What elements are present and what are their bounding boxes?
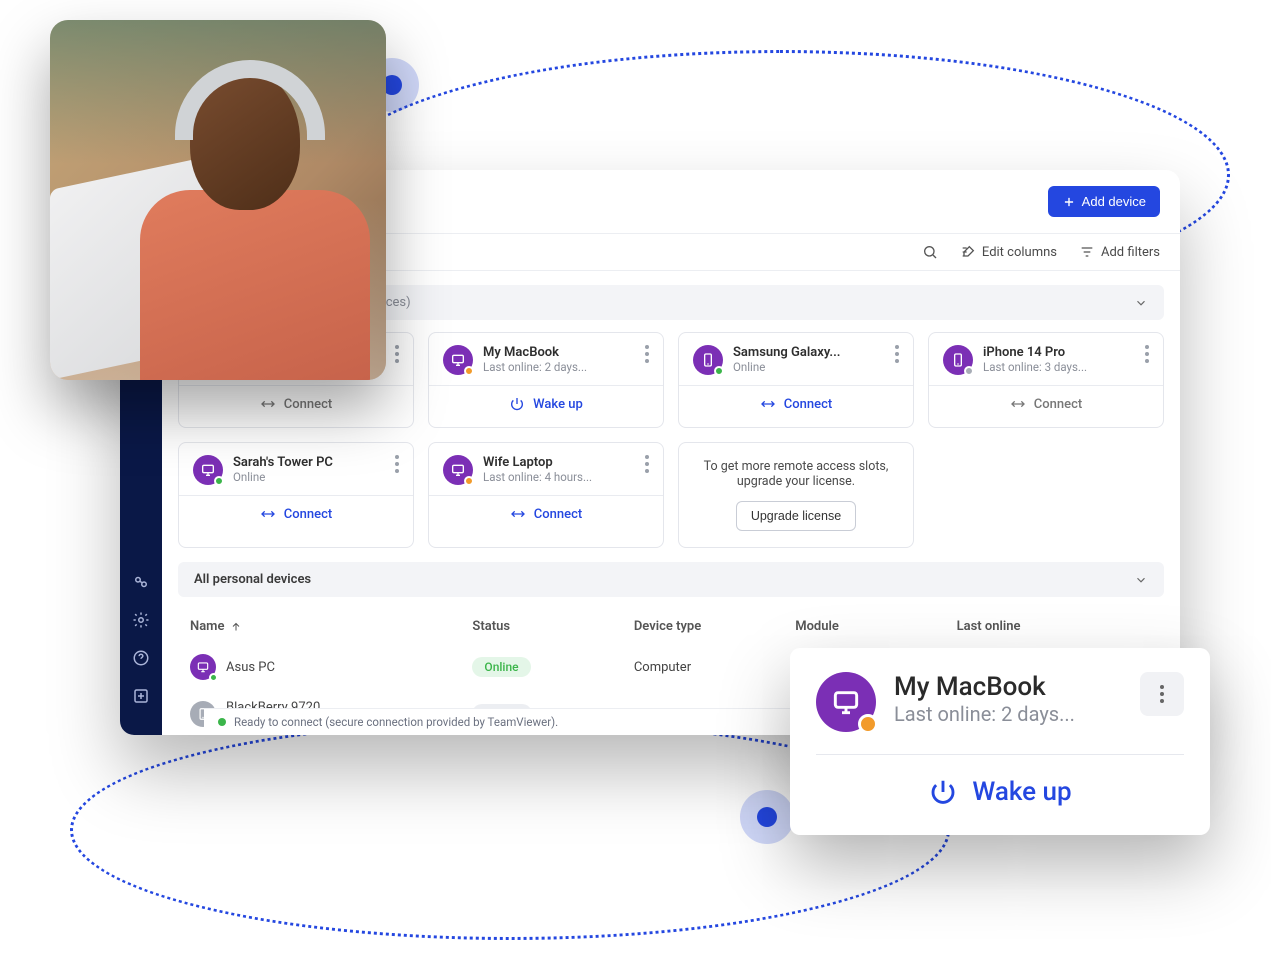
- row-device-type: Computer: [634, 660, 795, 675]
- device-card: Sarah's Tower PC Online Connect: [178, 442, 414, 548]
- connect-button[interactable]: Connect: [679, 385, 913, 422]
- device-card: Wife Laptop Last online: 4 hours... Conn…: [428, 442, 664, 548]
- row-name: Asus PC: [226, 660, 275, 675]
- device-subtext: Last online: 2 days...: [483, 360, 635, 374]
- popover-menu-button[interactable]: [1140, 672, 1184, 716]
- col-device-type[interactable]: Device type: [634, 619, 795, 634]
- device-name: Wife Laptop: [483, 455, 635, 470]
- connect-button[interactable]: Connect: [929, 385, 1163, 422]
- status-dot-offline: [964, 366, 974, 376]
- connect-button[interactable]: Connect: [429, 495, 663, 532]
- device-name: iPhone 14 Pro: [983, 345, 1135, 360]
- connection-node-bottom: [740, 790, 794, 844]
- phone-icon: [693, 345, 723, 375]
- sidebar-settings-icon[interactable]: [132, 611, 150, 629]
- connect-button[interactable]: Connect: [179, 495, 413, 532]
- chevron-down-icon: [1134, 573, 1148, 587]
- device-card: iPhone 14 Pro Last online: 3 days... Con…: [928, 332, 1164, 428]
- search-button[interactable]: [922, 244, 938, 260]
- desktop-icon: [443, 345, 473, 375]
- add-filters-label: Add filters: [1101, 245, 1160, 260]
- power-icon: [928, 777, 958, 807]
- connect-button[interactable]: Connect: [179, 385, 413, 422]
- device-name: Sarah's Tower PC: [233, 455, 385, 470]
- device-subtext: Online: [733, 360, 885, 374]
- table-header: Name Status Device type Module Last onli…: [178, 609, 1164, 644]
- upgrade-license-card: To get more remote access slots, upgrade…: [678, 442, 914, 548]
- status-dot-away: [464, 476, 474, 486]
- popover-title: My MacBook: [894, 672, 1075, 702]
- card-action-label: Wake up: [533, 397, 583, 412]
- popover-action-label: Wake up: [972, 777, 1071, 807]
- device-card: Samsung Galaxy... Online Connect: [678, 332, 914, 428]
- phone-icon: [943, 345, 973, 375]
- col-name[interactable]: Name: [190, 619, 472, 634]
- edit-columns-label: Edit columns: [982, 245, 1057, 260]
- table-section-title: All personal devices: [194, 572, 311, 587]
- device-card: My MacBook Last online: 2 days... Wake u…: [428, 332, 664, 428]
- card-action-label: Connect: [784, 397, 832, 412]
- status-dot-online: [209, 673, 218, 682]
- chevron-down-icon: [1134, 296, 1148, 310]
- card-menu-button[interactable]: [395, 345, 399, 363]
- upgrade-message: To get more remote access slots, upgrade…: [697, 459, 895, 489]
- sort-asc-icon: [230, 621, 242, 633]
- desktop-icon: [443, 455, 473, 485]
- desktop-icon: [193, 455, 223, 485]
- add-device-label: Add device: [1082, 194, 1146, 209]
- hero-photo: [50, 20, 386, 380]
- status-dot-away: [464, 366, 474, 376]
- card-menu-button[interactable]: [645, 345, 649, 363]
- card-action-label: Connect: [284, 397, 332, 412]
- status-dot-online: [714, 366, 724, 376]
- device-subtext: Online: [233, 470, 385, 484]
- col-status[interactable]: Status: [472, 619, 633, 634]
- popover-subtitle: Last online: 2 days...: [894, 702, 1075, 726]
- col-module[interactable]: Module: [795, 619, 956, 634]
- sidebar-connect-icon[interactable]: [132, 573, 150, 591]
- upgrade-license-button[interactable]: Upgrade license: [736, 501, 856, 531]
- divider: [816, 754, 1184, 755]
- device-subtext: Last online: 4 hours...: [483, 470, 635, 484]
- status-badge: Online: [472, 657, 530, 677]
- device-detail-popover: My MacBook Last online: 2 days... Wake u…: [790, 648, 1210, 835]
- card-action-label: Connect: [534, 507, 582, 522]
- sidebar-help-icon[interactable]: [132, 649, 150, 667]
- device-name: Samsung Galaxy...: [733, 345, 885, 360]
- card-menu-button[interactable]: [895, 345, 899, 363]
- status-dot-away: [858, 714, 878, 734]
- desktop-icon: [190, 654, 216, 680]
- card-menu-button[interactable]: [645, 455, 649, 473]
- sidebar-expand-icon[interactable]: [132, 687, 150, 705]
- popover-wake-up-button[interactable]: Wake up: [816, 777, 1184, 815]
- col-last-online[interactable]: Last online: [957, 619, 1118, 634]
- edit-columns-button[interactable]: Edit columns: [960, 244, 1057, 260]
- status-bar-text: Ready to connect (secure connection prov…: [234, 715, 558, 729]
- card-menu-button[interactable]: [395, 455, 399, 473]
- desktop-icon: [816, 672, 876, 732]
- device-subtext: Last online: 3 days...: [983, 360, 1135, 374]
- card-action-label: Connect: [1034, 397, 1082, 412]
- wake-up-button[interactable]: Wake up: [429, 385, 663, 422]
- device-name: My MacBook: [483, 345, 635, 360]
- all-devices-section-header[interactable]: All personal devices: [178, 562, 1164, 597]
- card-menu-button[interactable]: [1145, 345, 1149, 363]
- add-filters-button[interactable]: Add filters: [1079, 244, 1160, 260]
- add-device-button[interactable]: Add device: [1048, 186, 1160, 217]
- card-action-label: Connect: [284, 507, 332, 522]
- status-dot-online: [214, 476, 224, 486]
